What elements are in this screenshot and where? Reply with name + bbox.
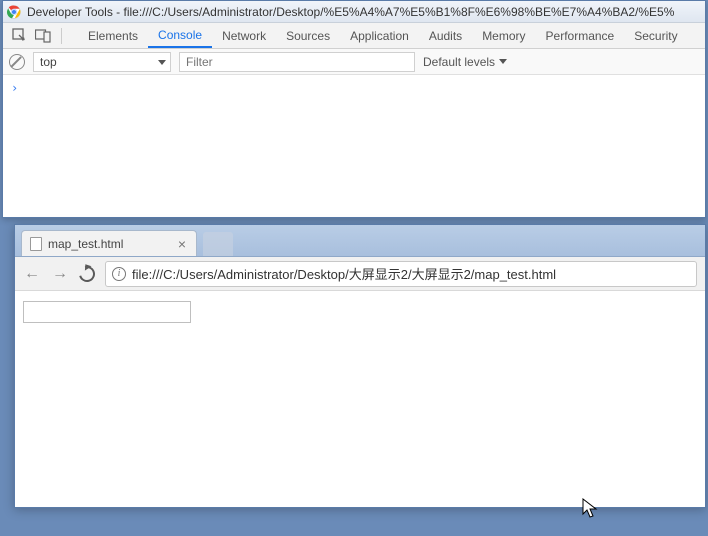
devtools-title: Developer Tools - file:///C:/Users/Admin…	[27, 5, 674, 19]
file-icon	[30, 237, 42, 251]
console-prompt: ›	[11, 81, 18, 95]
browser-window: map_test.html × ← → i file:///C:/Users/A…	[14, 224, 706, 508]
browser-tab[interactable]: map_test.html ×	[21, 230, 197, 256]
inspect-element-icon[interactable]	[9, 26, 29, 46]
tab-sources[interactable]: Sources	[276, 23, 340, 48]
console-toolbar: top Default levels	[3, 49, 705, 75]
new-tab-button[interactable]	[203, 232, 233, 256]
chevron-down-icon	[499, 59, 507, 64]
address-bar[interactable]: i file:///C:/Users/Administrator/Desktop…	[105, 261, 697, 287]
tab-application[interactable]: Application	[340, 23, 419, 48]
page-select-input[interactable]	[23, 301, 191, 323]
devtools-window: Developer Tools - file:///C:/Users/Admin…	[2, 0, 706, 218]
chrome-icon	[7, 5, 21, 19]
devtools-titlebar[interactable]: Developer Tools - file:///C:/Users/Admin…	[3, 1, 705, 23]
log-levels-label: Default levels	[423, 55, 495, 69]
back-button[interactable]: ←	[23, 265, 41, 283]
arrow-left-icon: ←	[24, 266, 40, 282]
tab-console[interactable]: Console	[148, 23, 212, 48]
browser-tab-strip: map_test.html ×	[15, 225, 705, 257]
forward-button[interactable]: →	[51, 265, 69, 283]
arrow-right-icon: →	[52, 266, 68, 282]
console-body[interactable]: ›	[3, 75, 705, 101]
tab-performance[interactable]: Performance	[536, 23, 625, 48]
context-selector-label: top	[40, 55, 57, 69]
clear-console-icon[interactable]	[9, 54, 25, 70]
console-filter-input[interactable]	[179, 52, 415, 72]
reload-button[interactable]	[76, 263, 98, 285]
log-levels-selector[interactable]: Default levels	[423, 55, 521, 69]
tab-memory[interactable]: Memory	[472, 23, 535, 48]
site-info-icon[interactable]: i	[112, 267, 126, 281]
device-toolbar-icon[interactable]	[33, 26, 53, 46]
tab-security[interactable]: Security	[624, 23, 687, 48]
close-tab-icon[interactable]: ×	[176, 236, 188, 252]
tab-title: map_test.html	[48, 237, 123, 251]
browser-toolbar: ← → i file:///C:/Users/Administrator/Des…	[15, 257, 705, 291]
tab-audits[interactable]: Audits	[419, 23, 472, 48]
chevron-down-icon	[158, 60, 166, 65]
devtools-toolbar: Elements Console Network Sources Applica…	[3, 23, 705, 49]
page-content	[15, 291, 705, 507]
devtools-tabs: Elements Console Network Sources Applica…	[78, 23, 688, 48]
tab-elements[interactable]: Elements	[78, 23, 148, 48]
toolbar-divider	[61, 28, 62, 44]
url-text: file:///C:/Users/Administrator/Desktop/大…	[132, 264, 690, 283]
context-selector[interactable]: top	[33, 52, 171, 72]
tab-network[interactable]: Network	[212, 23, 276, 48]
